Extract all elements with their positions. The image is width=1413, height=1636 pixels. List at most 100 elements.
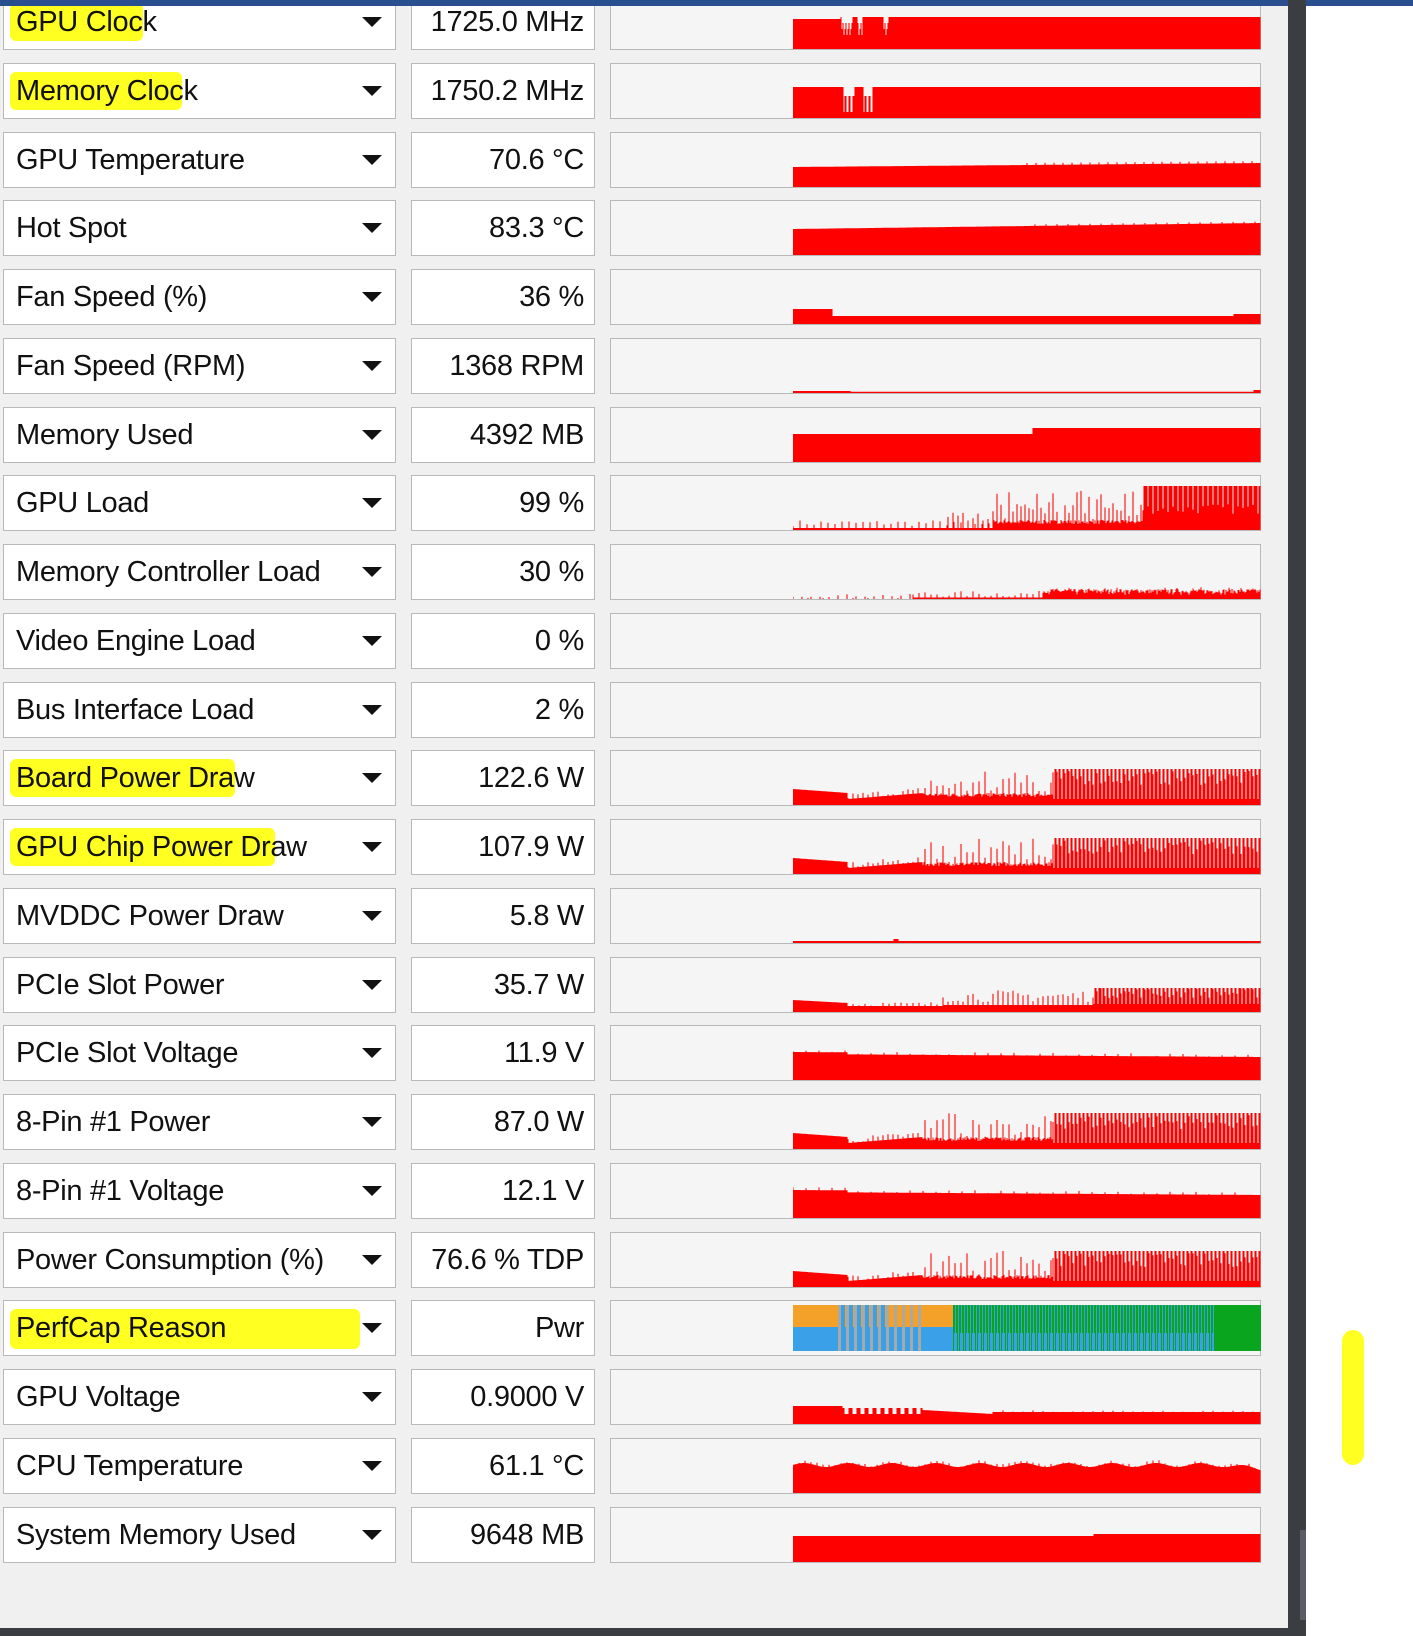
- sensor-name-dropdown[interactable]: CPU Temperature: [3, 1437, 396, 1494]
- sensor-name-dropdown[interactable]: Memory Clock: [3, 62, 396, 119]
- chevron-down-icon[interactable]: [362, 223, 382, 234]
- perfcap-segment-green: [1001, 1305, 1002, 1352]
- perfcap-segment-green: [1103, 1305, 1104, 1352]
- graph-trace: [793, 17, 1261, 49]
- perfcap-segment-orange: [861, 1305, 862, 1328]
- perfcap-segment-green: [1115, 1305, 1116, 1352]
- perfcap-segment-green: [1133, 1305, 1134, 1352]
- perfcap-segment-green: [1240, 1305, 1241, 1352]
- sensor-name-dropdown[interactable]: GPU Chip Power Draw: [3, 819, 396, 875]
- chevron-down-icon[interactable]: [362, 842, 382, 852]
- sensor-row-hot-spot: Hot Spot 83.3 °C: [0, 193, 1288, 265]
- perfcap-segment-orange: [890, 1305, 891, 1328]
- sensor-graph-plot: [793, 86, 1261, 118]
- graph-trace: [793, 486, 1261, 531]
- sensor-graph-plot: [793, 614, 1261, 668]
- perfcap-segment-green: [1073, 1305, 1074, 1352]
- perfcap-segment-green: [962, 1305, 963, 1334]
- sensor-name-dropdown[interactable]: MVDDC Power Draw: [3, 887, 396, 944]
- perfcap-segment-orange: [940, 1305, 941, 1328]
- sensor-name-dropdown[interactable]: Fan Speed (%): [3, 269, 396, 325]
- perfcap-segment-green: [1161, 1305, 1162, 1352]
- perfcap-segment-green: [1203, 1305, 1204, 1352]
- sensor-name-dropdown[interactable]: GPU Clock: [3, 6, 396, 50]
- sensor-name-dropdown[interactable]: Memory Controller Load: [3, 544, 396, 600]
- perfcap-segment-green: [1067, 1305, 1068, 1352]
- perfcap-segment-green: [1053, 1305, 1054, 1352]
- perfcap-segment-green: [1250, 1305, 1251, 1352]
- perfcap-segment-green: [1221, 1305, 1222, 1352]
- sensor-name-dropdown[interactable]: Board Power Draw: [3, 750, 396, 807]
- chevron-down-icon[interactable]: [362, 429, 382, 440]
- chevron-down-icon[interactable]: [362, 1117, 382, 1127]
- perfcap-segment-orange: [807, 1305, 808, 1328]
- chevron-down-icon[interactable]: [362, 704, 382, 715]
- sensor-value-box: 70.6 °C: [411, 131, 595, 188]
- graph-trace: [793, 938, 1261, 943]
- sensor-name-dropdown[interactable]: 8-Pin #1 Power: [3, 1094, 396, 1150]
- sensor-name-dropdown[interactable]: Bus Interface Load: [3, 681, 396, 738]
- sensor-name-dropdown[interactable]: Fan Speed (RPM): [3, 337, 396, 394]
- perfcap-segment-green: [1154, 1305, 1155, 1334]
- perfcap-segment-green: [960, 1305, 961, 1334]
- chevron-down-icon[interactable]: [362, 1323, 382, 1334]
- perfcap-segment-green: [987, 1305, 988, 1352]
- perfcap-segment-green: [1007, 1305, 1008, 1352]
- sensor-name-dropdown[interactable]: Power Consumption (%): [3, 1231, 396, 1288]
- chevron-down-icon[interactable]: [362, 1460, 382, 1471]
- chevron-down-icon[interactable]: [362, 1254, 382, 1265]
- sensor-value-box: Pwr: [411, 1300, 595, 1357]
- perfcap-segment-green: [1257, 1305, 1258, 1352]
- chevron-down-icon[interactable]: [362, 567, 382, 577]
- perfcap-segment-green: [1127, 1305, 1128, 1352]
- perfcap-segment-green: [981, 1305, 982, 1352]
- sensor-graph: [610, 1369, 1261, 1425]
- sensor-name-dropdown[interactable]: GPU Temperature: [3, 131, 396, 188]
- sensor-name-dropdown[interactable]: PCIe Slot Power: [3, 956, 396, 1013]
- sensor-name-dropdown[interactable]: GPU Voltage: [3, 1369, 396, 1425]
- sensor-name-dropdown[interactable]: Hot Spot: [3, 200, 396, 257]
- perfcap-segment-green: [1034, 1305, 1035, 1334]
- sensor-row-8-pin-1-voltage: 8-Pin #1 Voltage 12.1 V: [0, 1156, 1288, 1228]
- sensor-name-dropdown[interactable]: PCIe Slot Voltage: [3, 1025, 396, 1082]
- chevron-down-icon[interactable]: [362, 1185, 382, 1196]
- chevron-down-icon[interactable]: [362, 498, 382, 509]
- sensor-value-box: 30 %: [411, 544, 595, 600]
- sensor-name-dropdown[interactable]: PerfCap Reason: [3, 1300, 396, 1357]
- chevron-down-icon[interactable]: [362, 154, 382, 165]
- perfcap-segment-green: [1216, 1305, 1217, 1352]
- chevron-down-icon[interactable]: [362, 360, 382, 371]
- chevron-down-icon[interactable]: [362, 85, 382, 96]
- chevron-down-icon[interactable]: [362, 635, 382, 646]
- chevron-down-icon[interactable]: [362, 979, 382, 990]
- sensor-name-dropdown[interactable]: GPU Load: [3, 475, 396, 532]
- perfcap-segment-green: [1059, 1305, 1060, 1352]
- perfcap-segment-green: [1258, 1305, 1259, 1352]
- perfcap-segment-green: [965, 1305, 966, 1352]
- sensor-name-dropdown[interactable]: Memory Used: [3, 406, 396, 463]
- chevron-down-icon[interactable]: [362, 17, 382, 27]
- sensor-name-dropdown[interactable]: 8-Pin #1 Voltage: [3, 1162, 396, 1219]
- chevron-down-icon[interactable]: [362, 1392, 382, 1402]
- perfcap-segment-orange: [948, 1305, 949, 1328]
- sensor-graph-plot: [793, 987, 1261, 1012]
- perfcap-segment-green: [1205, 1305, 1206, 1352]
- chevron-down-icon[interactable]: [362, 1529, 382, 1540]
- chevron-down-icon[interactable]: [362, 773, 382, 784]
- sensor-value-box: 12.1 V: [411, 1162, 595, 1219]
- perfcap-segment-green: [1212, 1305, 1213, 1334]
- sensor-name-dropdown[interactable]: System Memory Used: [3, 1506, 396, 1563]
- sensor-row-gpu-voltage: GPU Voltage 0.9000 V: [0, 1362, 1288, 1434]
- chevron-down-icon[interactable]: [362, 292, 382, 302]
- chevron-down-icon[interactable]: [362, 1048, 382, 1059]
- sensor-name-label: PerfCap Reason: [16, 1312, 227, 1345]
- perfcap-segment-green: [959, 1305, 960, 1352]
- perfcap-segment-green: [1101, 1305, 1102, 1352]
- sensor-graph-plot: [793, 1533, 1261, 1562]
- chevron-down-icon[interactable]: [362, 910, 382, 921]
- sensor-name-dropdown[interactable]: Video Engine Load: [3, 612, 396, 669]
- graph-trace: [793, 1050, 1261, 1081]
- perfcap-segment-green: [1151, 1305, 1152, 1352]
- sensor-name-label: GPU Temperature: [16, 143, 245, 176]
- sensor-value: 4392 MB: [470, 418, 584, 451]
